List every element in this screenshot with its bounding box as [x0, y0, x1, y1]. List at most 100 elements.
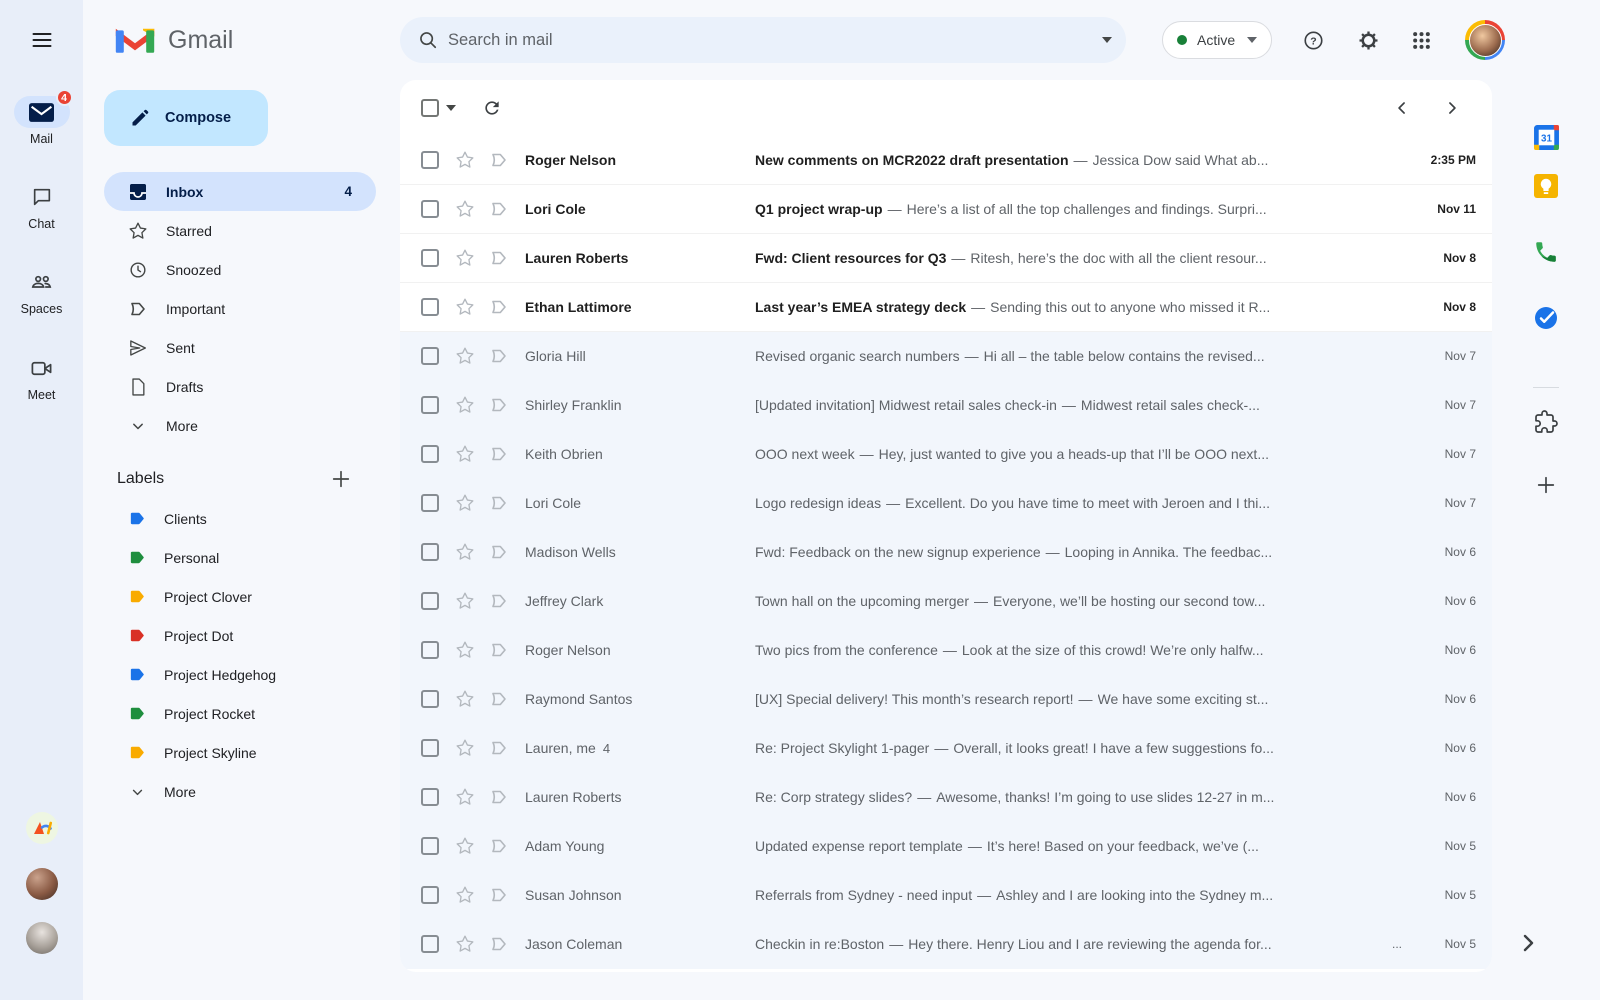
voice-icon[interactable] [1533, 239, 1559, 265]
mail-row[interactable]: Lauren Roberts Re: Corp strategy slides?… [400, 773, 1492, 822]
label-item-project-clover[interactable]: Project Clover [83, 577, 400, 616]
mail-row[interactable]: Ethan Lattimore Last year’s EMEA strateg… [400, 283, 1492, 332]
mail-row[interactable]: Roger Nelson New comments on MCR2022 dra… [400, 136, 1492, 185]
row-checkbox[interactable] [421, 151, 439, 169]
star-icon[interactable] [455, 248, 475, 268]
importance-marker-icon[interactable] [489, 640, 509, 660]
importance-marker-icon[interactable] [489, 738, 509, 758]
mail-row[interactable]: Adam Young Updated expense report templa… [400, 822, 1492, 871]
contact-avatar[interactable] [26, 922, 58, 954]
row-checkbox[interactable] [421, 690, 439, 708]
importance-marker-icon[interactable] [489, 395, 509, 415]
importance-marker-icon[interactable] [489, 591, 509, 611]
plus-icon[interactable] [1535, 474, 1557, 496]
sidebar-item-important[interactable]: Important [104, 289, 376, 328]
star-icon[interactable] [455, 787, 475, 807]
rail-item-spaces[interactable]: Spaces [14, 266, 70, 316]
row-checkbox[interactable] [421, 886, 439, 904]
compose-button[interactable]: Compose [104, 90, 268, 146]
row-checkbox[interactable] [421, 641, 439, 659]
sidebar-item-inbox[interactable]: Inbox 4 [104, 172, 376, 211]
star-icon[interactable] [455, 689, 475, 709]
importance-marker-icon[interactable] [489, 248, 509, 268]
mail-row[interactable]: Gloria Hill Revised organic search numbe… [400, 332, 1492, 381]
add-label-icon[interactable] [330, 468, 352, 490]
apps-grid-icon[interactable] [1412, 31, 1431, 50]
older-page-icon[interactable] [1442, 98, 1462, 118]
row-checkbox[interactable] [421, 935, 439, 953]
select-all-checkbox[interactable] [421, 99, 439, 117]
keep-icon[interactable] [1533, 173, 1559, 199]
search-input[interactable] [448, 30, 1102, 50]
contact-avatar[interactable] [26, 868, 58, 900]
gmail-logo[interactable]: Gmail [83, 0, 400, 80]
mail-row[interactable]: Lori Cole Q1 project wrap-up — Here’s a … [400, 185, 1492, 234]
row-checkbox[interactable] [421, 445, 439, 463]
row-checkbox[interactable] [421, 788, 439, 806]
row-checkbox[interactable] [421, 494, 439, 512]
label-item-project-dot[interactable]: Project Dot [83, 616, 400, 655]
importance-marker-icon[interactable] [489, 493, 509, 513]
newer-page-icon[interactable] [1392, 98, 1412, 118]
gear-icon[interactable] [1357, 29, 1380, 52]
star-icon[interactable] [455, 395, 475, 415]
star-icon[interactable] [455, 199, 475, 219]
importance-marker-icon[interactable] [489, 346, 509, 366]
workspace-addon-logo[interactable] [26, 812, 58, 844]
row-checkbox[interactable] [421, 298, 439, 316]
star-icon[interactable] [455, 493, 475, 513]
search-bar[interactable] [400, 17, 1126, 63]
row-checkbox[interactable] [421, 347, 439, 365]
help-icon[interactable]: ? [1302, 29, 1325, 52]
row-checkbox[interactable] [421, 592, 439, 610]
row-checkbox[interactable] [421, 200, 439, 218]
importance-marker-icon[interactable] [489, 934, 509, 954]
label-item-project-rocket[interactable]: Project Rocket [83, 694, 400, 733]
mail-row[interactable]: Keith Obrien OOO next week — Hey, just w… [400, 430, 1492, 479]
row-checkbox[interactable] [421, 837, 439, 855]
star-icon[interactable] [455, 885, 475, 905]
star-icon[interactable] [455, 934, 475, 954]
star-icon[interactable] [455, 836, 475, 856]
show-side-panel-icon[interactable] [1516, 931, 1540, 955]
importance-marker-icon[interactable] [489, 787, 509, 807]
star-icon[interactable] [455, 297, 475, 317]
sidebar-item-drafts[interactable]: Drafts [104, 367, 376, 406]
main-menu-icon[interactable] [30, 28, 54, 52]
add-ons-icon[interactable] [1534, 410, 1558, 434]
mail-row[interactable]: Shirley Franklin [Updated invitation] Mi… [400, 381, 1492, 430]
mail-row[interactable]: Lori Cole Logo redesign ideas — Excellen… [400, 479, 1492, 528]
importance-marker-icon[interactable] [489, 199, 509, 219]
star-icon[interactable] [455, 640, 475, 660]
star-icon[interactable] [455, 738, 475, 758]
rail-item-meet[interactable]: Meet [14, 352, 70, 402]
importance-marker-icon[interactable] [489, 297, 509, 317]
mail-row[interactable]: Madison Wells Fwd: Feedback on the new s… [400, 528, 1492, 577]
sidebar-item-more[interactable]: More [104, 406, 376, 445]
mail-row[interactable]: Lauren, me 4 Re: Project Skylight 1-pager… [400, 724, 1492, 773]
mail-row[interactable]: Lauren Roberts Fwd: Client resources for… [400, 234, 1492, 283]
refresh-icon[interactable] [482, 98, 502, 118]
star-icon[interactable] [455, 346, 475, 366]
mail-row[interactable]: Susan Johnson Referrals from Sydney - ne… [400, 871, 1492, 920]
row-checkbox[interactable] [421, 249, 439, 267]
label-item-clients[interactable]: Clients [83, 499, 400, 538]
star-icon[interactable] [455, 444, 475, 464]
status-chip[interactable]: Active [1162, 21, 1273, 59]
sidebar-item-starred[interactable]: Starred [104, 211, 376, 250]
tasks-icon[interactable] [1533, 305, 1559, 331]
star-icon[interactable] [455, 591, 475, 611]
star-icon[interactable] [455, 150, 475, 170]
search-options-icon[interactable] [1102, 37, 1112, 43]
row-checkbox[interactable] [421, 543, 439, 561]
mail-row[interactable]: Roger Nelson Two pics from the conferenc… [400, 626, 1492, 675]
row-checkbox[interactable] [421, 396, 439, 414]
label-item-project-skyline[interactable]: Project Skyline [83, 733, 400, 772]
labels-more[interactable]: More [83, 772, 400, 811]
row-checkbox[interactable] [421, 739, 439, 757]
label-item-project-hedgehog[interactable]: Project Hedgehog [83, 655, 400, 694]
sidebar-item-sent[interactable]: Sent [104, 328, 376, 367]
sidebar-item-snoozed[interactable]: Snoozed [104, 250, 376, 289]
importance-marker-icon[interactable] [489, 444, 509, 464]
account-avatar[interactable] [1465, 20, 1506, 60]
